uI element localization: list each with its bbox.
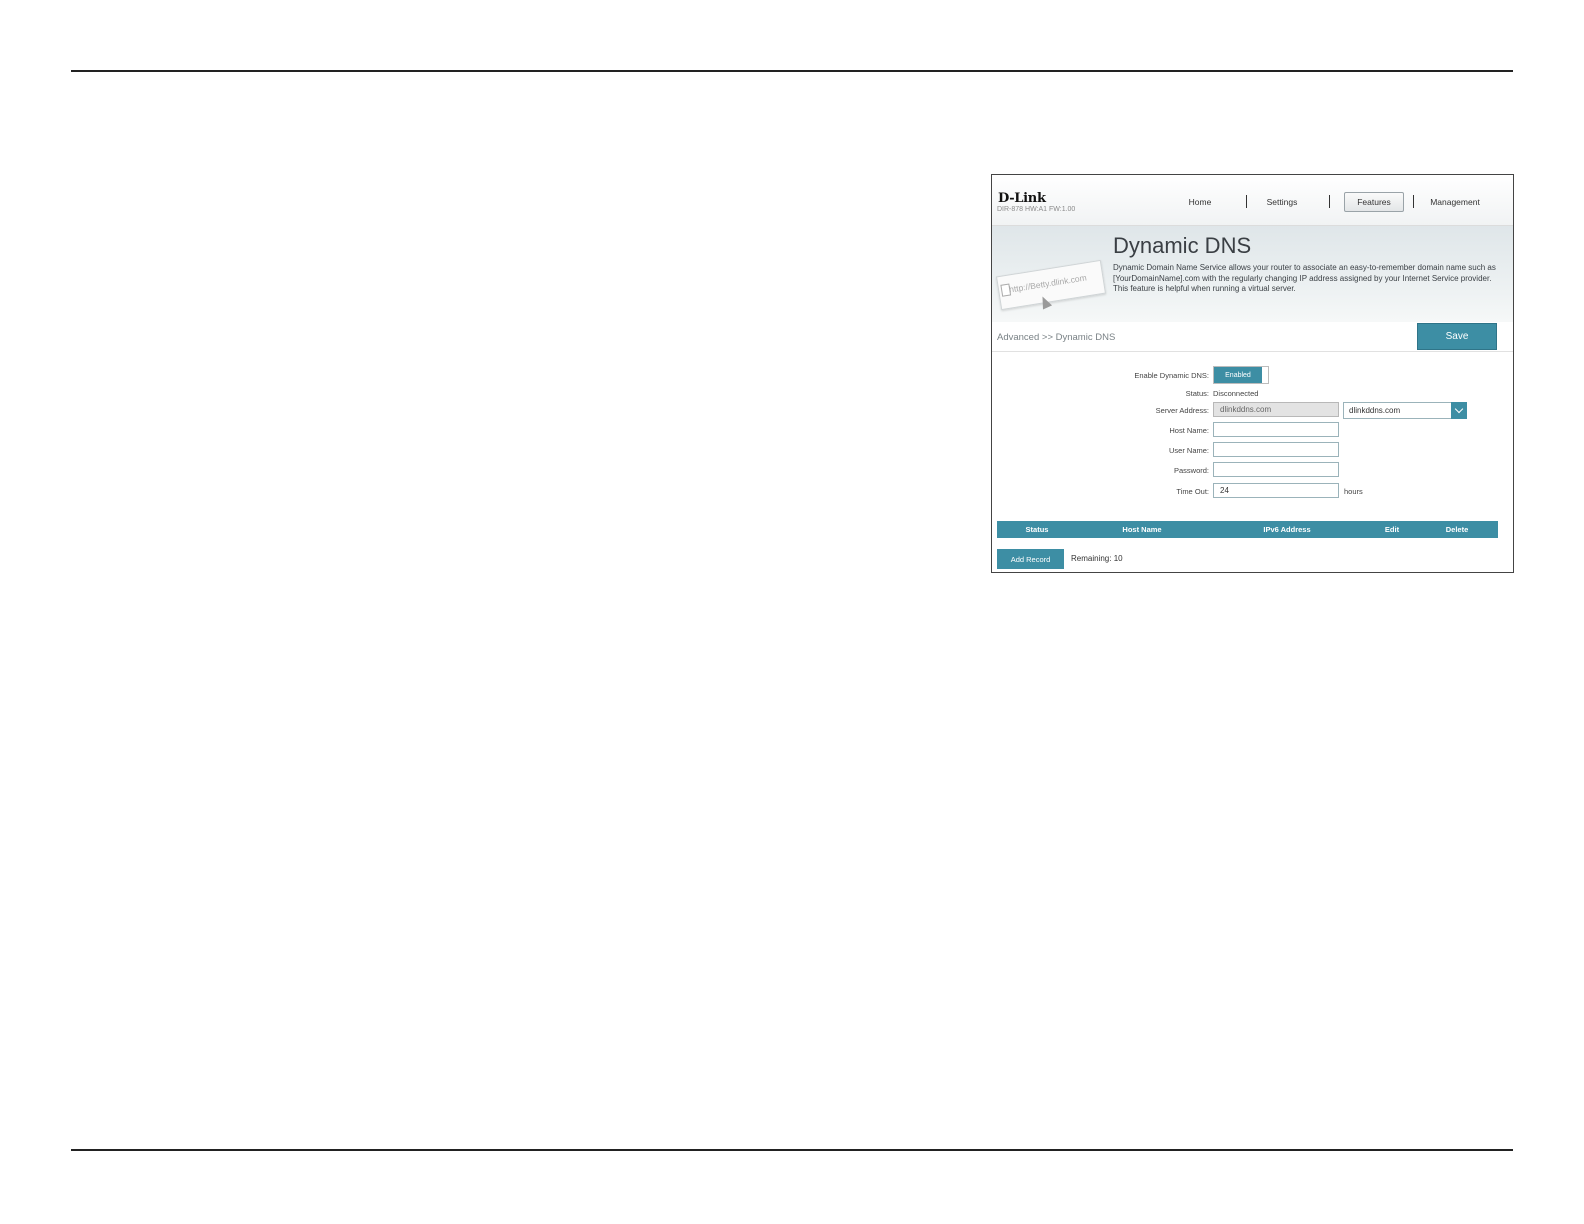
column-delete: Delete [1445, 525, 1469, 534]
column-status: Status [1025, 525, 1049, 534]
nav-separator [1246, 195, 1247, 208]
url-illustration-text: http://Betty.dlink.com [1008, 272, 1088, 295]
toggle-enabled-state: Enabled [1214, 367, 1262, 383]
host-name-field[interactable] [1213, 422, 1339, 437]
user-name-label: User Name: [1168, 446, 1209, 455]
enable-ddns-label: Enable Dynamic DNS: [1134, 371, 1209, 380]
save-button[interactable]: Save [1417, 323, 1497, 350]
model-info: DIR-878 HW:A1 FW:1.00 [997, 206, 1076, 213]
timeout-unit: hours [1344, 487, 1363, 496]
server-address-select[interactable]: dlinkddns.com [1343, 402, 1467, 419]
top-rule [71, 70, 1513, 72]
breadcrumb: Advanced >> Dynamic DNS [997, 332, 1116, 343]
column-host-name: Host Name [1122, 525, 1162, 534]
dlink-logo: D-Link [998, 191, 1046, 206]
nav-management[interactable]: Management [1424, 192, 1486, 212]
nav-separator [1329, 195, 1330, 208]
password-label: Password: [1173, 466, 1209, 475]
nav-separator [1413, 195, 1414, 208]
enable-ddns-toggle[interactable]: Enabled [1213, 366, 1269, 384]
add-record-button[interactable]: Add Record [997, 549, 1064, 569]
server-address-field: dlinkddns.com [1213, 402, 1339, 417]
timeout-label: Time Out: [1176, 487, 1209, 496]
router-screenshot: D-Link DIR-878 HW:A1 FW:1.00 Home Settin… [991, 174, 1514, 573]
column-ipv6-address: IPv6 Address [1263, 525, 1311, 534]
page-description: Dynamic Domain Name Service allows your … [1113, 263, 1496, 293]
page-title: Dynamic DNS [1113, 233, 1252, 258]
status-label: Status: [1185, 389, 1209, 398]
password-field[interactable] [1213, 462, 1339, 477]
user-name-field[interactable] [1213, 442, 1339, 457]
records-table-header: Status Host Name IPv6 Address Edit Delet… [997, 521, 1498, 538]
host-name-label: Host Name: [1169, 426, 1209, 435]
status-value: Disconnected [1213, 389, 1259, 398]
nav-features[interactable]: Features [1344, 192, 1404, 212]
server-select-value: dlinkddns.com [1349, 406, 1401, 415]
dropdown-button[interactable] [1451, 402, 1467, 419]
server-address-label: Server Address: [1155, 406, 1209, 415]
chevron-down-icon [1454, 404, 1464, 414]
column-edit: Edit [1384, 525, 1400, 534]
bottom-rule [71, 1149, 1513, 1151]
nav-home[interactable]: Home [1180, 192, 1220, 212]
nav-settings[interactable]: Settings [1262, 192, 1302, 212]
router-header: D-Link DIR-878 HW:A1 FW:1.00 Home Settin… [992, 175, 1513, 226]
timeout-field[interactable]: 24 [1213, 483, 1339, 498]
remaining-count: Remaining: 10 [1071, 554, 1123, 563]
